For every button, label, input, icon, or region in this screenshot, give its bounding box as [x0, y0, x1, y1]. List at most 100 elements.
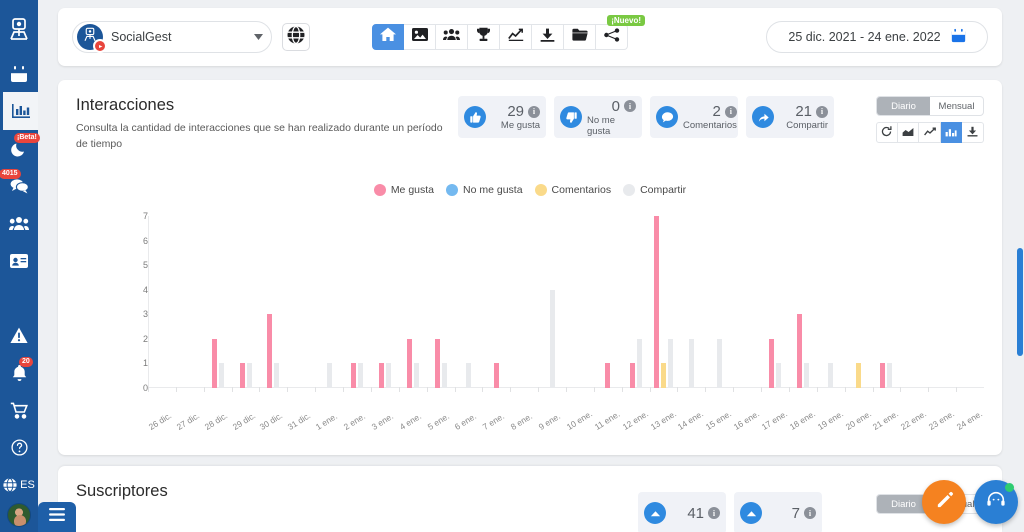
avatar[interactable]	[7, 503, 31, 528]
sidebar-item-calendar[interactable]	[0, 55, 38, 92]
x-tick	[705, 387, 707, 392]
moon-icon	[10, 140, 28, 157]
chart-bar[interactable]	[465, 363, 471, 388]
info-icon[interactable]: i	[724, 105, 737, 118]
users-group-icon	[443, 28, 460, 46]
chart-bar[interactable]	[769, 338, 774, 388]
chart-bar[interactable]	[856, 363, 862, 388]
nav-button-competition[interactable]	[468, 24, 500, 50]
chart-bar[interactable]	[688, 338, 694, 388]
chart-bar[interactable]	[326, 363, 332, 388]
info-icon[interactable]: i	[816, 105, 828, 118]
legend-item-3[interactable]: Compartir	[623, 184, 686, 196]
chart-bar[interactable]	[267, 314, 273, 388]
nav-button-network[interactable]: ¡Nuevo!	[596, 15, 645, 50]
nav-button-downloads[interactable]	[532, 24, 564, 50]
chart-bar[interactable]	[716, 338, 722, 388]
nav-button-publications[interactable]	[404, 24, 436, 50]
vertical-scrollbar[interactable]	[1016, 0, 1024, 532]
stat-card-dislikes[interactable]: 0 i No me gusta	[554, 96, 642, 138]
nav-button-home[interactable]	[372, 24, 404, 50]
account-name: SocialGest	[111, 30, 172, 44]
chart-tool-line[interactable]	[919, 122, 941, 143]
nav-button-library[interactable]	[564, 24, 596, 50]
legend-item-1[interactable]: No me gusta	[446, 184, 523, 196]
sidebar-item-moon[interactable]: ¡Beta!	[0, 130, 40, 167]
chart-tool-area[interactable]	[897, 122, 920, 143]
x-tick-label: 9 ene.	[536, 410, 563, 432]
info-icon[interactable]: i	[528, 105, 540, 118]
globe-icon	[287, 25, 305, 49]
period-option-diario[interactable]: Diario	[877, 97, 930, 115]
chart-bar[interactable]	[406, 338, 412, 388]
chart-bar[interactable]	[887, 363, 893, 388]
support-chat-fab-button[interactable]	[974, 480, 1018, 524]
x-tick-label: 5 ene.	[425, 410, 451, 432]
chart-bar[interactable]	[218, 363, 224, 388]
chart-bar[interactable]	[549, 289, 555, 388]
chart-tool-refresh[interactable]	[876, 122, 898, 143]
sidebar-item-language[interactable]: ES	[0, 466, 38, 503]
info-icon[interactable]: i	[708, 507, 720, 519]
chart-bar[interactable]	[636, 338, 642, 388]
chart-bar[interactable]	[351, 363, 356, 388]
chart-bar[interactable]	[668, 338, 674, 388]
account-selector[interactable]: SocialGest	[72, 21, 272, 53]
chart-bar[interactable]	[661, 363, 667, 388]
chart-tool-export[interactable]	[962, 122, 984, 143]
chart-bar[interactable]	[828, 363, 834, 388]
x-tick-label: 14 ene.	[676, 408, 706, 432]
sidebar-item-notifications[interactable]: 20	[0, 354, 38, 391]
chart-bar[interactable]	[239, 363, 245, 388]
x-tick-label: 13 ene.	[648, 408, 678, 432]
stat-card-likes[interactable]: 29 i Me gusta	[458, 96, 546, 138]
sidebar-item-help[interactable]	[0, 429, 38, 466]
chart-bar[interactable]	[803, 363, 809, 388]
stat-card-comments[interactable]: 2 i Comentarios	[650, 96, 738, 138]
scrollbar-thumb[interactable]	[1017, 248, 1023, 356]
chart-bar[interactable]	[654, 216, 660, 388]
folder-icon	[571, 28, 588, 46]
stat-text: 7 i	[767, 505, 816, 522]
period-option-mensual[interactable]: Mensual	[930, 97, 983, 115]
sidebar-item-analytics[interactable]	[0, 92, 38, 130]
sidebar-item-contacts[interactable]	[0, 242, 38, 279]
chart-bar[interactable]	[385, 363, 391, 388]
stat-card-shares[interactable]: 21 i Compartir	[746, 96, 834, 138]
chart-bar[interactable]	[274, 363, 280, 388]
globe-button[interactable]	[282, 23, 310, 51]
stat-card-subscribers-gained[interactable]: 41 i	[638, 492, 726, 532]
x-tick-label: 1 ene.	[313, 410, 340, 432]
sidebar-item-store[interactable]	[0, 391, 38, 428]
stat-card-subscribers-lost[interactable]: 7 i	[734, 492, 822, 532]
chart-bar[interactable]	[629, 363, 635, 388]
chart-tool-bar[interactable]	[940, 122, 963, 143]
nav-button-audience[interactable]	[436, 24, 468, 50]
chart-bar[interactable]	[796, 314, 802, 388]
area-chart-icon	[902, 124, 914, 142]
sidebar-item-messages[interactable]: 4015	[0, 167, 38, 204]
legend-item-0[interactable]: Me gusta	[373, 184, 434, 196]
menu-toggle-button[interactable]	[38, 502, 76, 532]
chart-bar[interactable]	[358, 363, 363, 388]
chart-bar[interactable]	[441, 363, 447, 388]
compose-fab-button[interactable]	[922, 480, 966, 524]
chart-bar[interactable]	[493, 363, 499, 388]
chart-bar[interactable]	[434, 338, 440, 388]
date-range-picker[interactable]: 25 dic. 2021 - 24 ene. 2022	[766, 21, 988, 53]
chart-bar[interactable]	[880, 363, 886, 388]
stat-text: 2 i Comentarios	[683, 103, 737, 131]
sidebar-item-logo[interactable]	[0, 2, 38, 55]
chart-bar[interactable]	[605, 363, 611, 388]
chart-bar[interactable]	[378, 363, 384, 388]
chart-bar[interactable]	[211, 338, 217, 388]
sidebar-item-alerts[interactable]	[0, 317, 38, 354]
sidebar-item-audience[interactable]	[0, 205, 38, 242]
chart-bar[interactable]	[413, 363, 419, 388]
chart-bar[interactable]	[246, 363, 252, 388]
legend-item-2[interactable]: Comentarios	[534, 184, 611, 196]
chart-bar[interactable]	[776, 363, 781, 388]
nav-button-statistics[interactable]	[500, 24, 532, 50]
info-icon[interactable]: i	[624, 100, 636, 112]
info-icon[interactable]: i	[804, 507, 816, 519]
